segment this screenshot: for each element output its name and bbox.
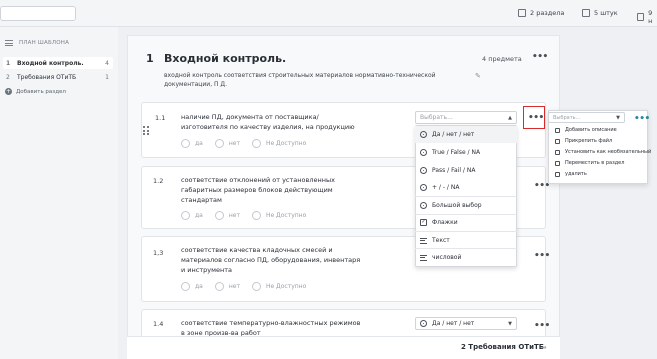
dropdown-item[interactable]: Текст [415,232,517,249]
dropdown-item[interactable]: Pass / Fail / NA [415,162,517,179]
option-no[interactable]: нет [214,282,240,291]
next-section-link[interactable]: 2 Требования ОТиТБ [461,343,544,351]
dropdown-item[interactable]: числовой [415,249,517,266]
question-number: 1,3 [153,249,164,257]
edit-icon[interactable]: ✎ [475,72,481,80]
question-more-icon[interactable]: ••• [534,322,550,331]
menu-delete[interactable]: удалить [555,171,587,177]
answer-options: да нет Не Доступно [181,282,306,291]
sections-icon [518,9,526,17]
stat-items: 5 штук [582,9,618,17]
calendar-icon [637,13,645,21]
option-no[interactable]: нет [214,139,240,148]
radio-icon [214,282,224,291]
attach-icon [555,138,560,144]
radio-icon [214,211,224,220]
radio-type-icon [420,202,427,209]
add-section-button[interactable]: + Добавить раздел [5,88,66,95]
dropdown-item[interactable]: Большой выбор [415,197,517,214]
radio-icon [251,139,261,148]
question-number: 1.1 [155,114,166,122]
radio-icon [181,139,190,148]
dropdown-item[interactable]: + / - / NA [415,179,517,196]
search-input[interactable] [0,6,76,21]
question-number: 1.2 [153,177,164,185]
section-count: 4 предмета [482,55,522,63]
trash-icon [555,171,560,177]
plus-icon: + [5,88,12,95]
dropdown-item[interactable]: Да / нет / нет [415,126,517,143]
section-more-icon[interactable]: ••• [532,53,548,62]
radio-icon [251,282,261,291]
radio-type-icon [420,149,427,156]
option-yes[interactable]: да [181,211,203,220]
response-type-select[interactable]: Выбрать... ▲ [415,111,517,124]
move-icon [555,160,560,166]
menu-set-optional[interactable]: Установить как необязательный [555,149,651,155]
option-na[interactable]: Не Доступно [251,211,306,220]
asterisk-icon [555,149,560,155]
chevron-down-icon: ▼ [616,114,620,121]
question-text[interactable]: наличие ПД, документа от поставщика/изго… [181,112,361,132]
number-icon [420,254,427,261]
radio-type-icon [420,320,427,327]
stat-sections: 2 раздела [518,9,564,17]
section-description[interactable]: входной контроль соответствия строительн… [164,71,474,89]
sidebar-item-section-2[interactable]: 2 Требования ОТиТБ 1 [3,71,113,83]
option-na[interactable]: Не Доступно [251,139,306,148]
question-text[interactable]: соответствие температурно-влажностных ре… [181,318,361,338]
highlight-box [523,106,545,129]
menu-move-to-section[interactable]: Переместить в раздел [555,160,624,166]
option-yes[interactable]: да [181,282,203,291]
description-icon [555,127,560,133]
radio-icon [181,211,190,220]
radio-icon [181,282,190,291]
answer-options: да нет Не Доступно [181,211,306,220]
dropdown-item[interactable]: True / False / NA [415,144,517,161]
question-text[interactable]: соответствие качества кладочных смесей и… [181,245,361,275]
menu-add-description[interactable]: Добавить описание [555,127,617,133]
response-type-select[interactable]: Выбрать... ▼ [548,112,625,123]
radio-icon [251,211,261,220]
stat-calendar: 9 н [637,9,657,25]
checkbox-icon: ✓ [420,219,427,226]
chevron-down-icon: ▼ [508,320,512,327]
radio-icon [214,139,224,148]
question-number: 1.4 [153,320,164,328]
radio-type-icon [420,167,427,174]
arrow-right-icon[interactable]: → [540,343,547,352]
question-text[interactable]: соответствие отклонений от установленных… [181,175,361,205]
option-no[interactable]: нет [214,211,240,220]
response-type-select[interactable]: Да / нет / нет ▼ [415,317,517,330]
option-yes[interactable]: да [181,139,203,148]
option-na[interactable]: Не Доступно [251,282,306,291]
drag-handle-icon[interactable] [143,126,149,135]
menu-icon [5,40,13,46]
more-icon[interactable]: ••• [634,115,650,124]
question-more-icon[interactable]: ••• [534,252,550,261]
dropdown-item[interactable]: ✓ Флажки [415,214,517,231]
sidebar-item-section-1[interactable]: 1 Входной контроль. 4 [3,57,113,69]
section-title[interactable]: Входной контроль. [164,52,286,65]
radio-type-icon [420,184,427,191]
chevron-up-icon: ▲ [508,114,512,121]
menu-attach-file[interactable]: Прикрепить файл [555,138,612,144]
section-number: 1 [146,52,154,65]
radio-type-icon [420,131,427,138]
items-icon [582,9,590,17]
answer-options: да нет Не Доступно [181,139,306,148]
text-icon [420,237,427,244]
sidebar-header: ПЛАН ШАБЛОНА [5,40,69,46]
